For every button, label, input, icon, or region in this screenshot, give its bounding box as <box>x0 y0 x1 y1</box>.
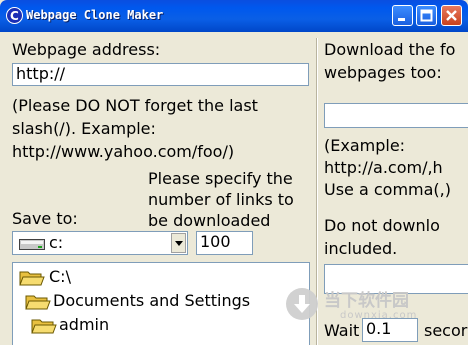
links-count-input[interactable]: 100 <box>196 231 253 255</box>
example-line-3: Use a comma(,) <box>324 180 451 199</box>
open-folder-icon <box>31 319 57 334</box>
folder-tree[interactable]: C:\ Documents and Settings admin <box>12 262 310 345</box>
open-folder-icon <box>19 271 45 286</box>
svg-text:C: C <box>10 9 19 23</box>
links-count-label-line-2: number of links to <box>148 190 294 209</box>
example-line-1: (Example: <box>324 136 406 155</box>
app-window: C Webpage Clone Maker Webpage address: h… <box>0 0 468 345</box>
drive-select[interactable]: c: <box>12 231 188 255</box>
download-arrow-icon <box>286 288 318 320</box>
chevron-down-icon <box>175 241 183 246</box>
links-count-label-line-3: be downloaded <box>148 211 271 226</box>
address-note-line-3: http://www.yahoo.com/foo/) <box>12 142 235 161</box>
maximize-icon <box>420 9 433 22</box>
watermark: 当下软件园 downxia.com <box>282 282 468 326</box>
close-icon <box>446 10 457 21</box>
drive-value: c: <box>49 233 64 252</box>
address-label: Webpage address: <box>12 40 161 59</box>
address-note-line-1: (Please DO NOT forget the last <box>12 96 258 115</box>
drive-dropdown-button[interactable] <box>171 233 186 253</box>
tree-item-label: C:\ <box>49 267 71 286</box>
maximize-button[interactable] <box>416 5 437 26</box>
download-also-label-line-1: Download the fo <box>324 40 456 59</box>
app-icon: C <box>6 7 23 24</box>
tree-item-label: admin <box>59 315 110 334</box>
address-note-line-2: slash(/). Example: <box>12 119 156 138</box>
minimize-icon <box>398 18 405 21</box>
exclude-label-line-2: included. <box>324 239 398 258</box>
window-title: Webpage Clone Maker <box>26 8 164 22</box>
exclude-label-line-1: Do not downlo <box>324 216 440 235</box>
download-also-label-line-2: webpages too: <box>324 63 442 82</box>
links-count-label-line-1: Please specify the <box>148 169 293 188</box>
close-button[interactable] <box>441 5 462 26</box>
open-folder-icon <box>25 295 51 310</box>
links-count-label-clip: be downloaded <box>148 210 313 226</box>
extra-urls-input[interactable] <box>324 103 468 128</box>
example-line-2: http://a.com/,h <box>324 158 443 177</box>
watermark-title: 当下软件园 <box>324 291 409 311</box>
watermark-subtitle: downxia.com <box>340 310 418 321</box>
tree-item-label: Documents and Settings <box>53 291 251 310</box>
save-to-label: Save to: <box>12 209 78 228</box>
title-bar[interactable]: C Webpage Clone Maker <box>0 0 468 32</box>
address-input[interactable]: http:// <box>12 63 309 86</box>
minimize-button[interactable] <box>392 5 413 26</box>
drive-icon <box>19 239 45 250</box>
